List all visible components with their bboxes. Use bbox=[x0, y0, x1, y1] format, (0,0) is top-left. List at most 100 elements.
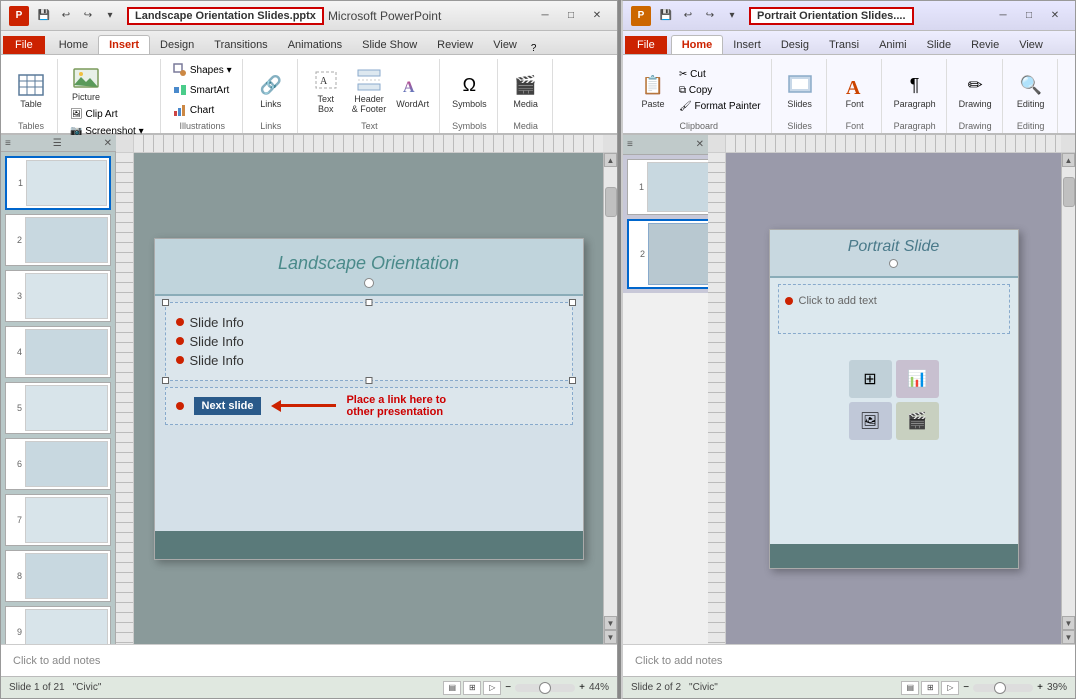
slide-thumb-9[interactable]: 9 bbox=[5, 606, 111, 644]
scrollbar-v-right[interactable]: ▲ ▼ ▼ bbox=[1061, 153, 1075, 644]
customize-qab-right[interactable]: ▾ bbox=[723, 7, 741, 25]
sb-down-left[interactable]: ▼ bbox=[604, 616, 617, 630]
tab-file-right[interactable]: File bbox=[625, 36, 667, 54]
sb-down-right[interactable]: ▼ bbox=[1062, 616, 1075, 630]
help-icon-left[interactable]: ? bbox=[531, 43, 537, 54]
theme-left: "Civic" bbox=[73, 682, 102, 693]
font-button[interactable]: A Font bbox=[835, 68, 875, 112]
portrait-title[interactable]: Portrait Slide bbox=[778, 238, 1010, 256]
tab-slide-right[interactable]: Slide bbox=[917, 36, 961, 54]
wordart-button[interactable]: A WordArt bbox=[392, 68, 433, 112]
links-button[interactable]: 🔗 Links bbox=[251, 68, 291, 112]
tab-file-left[interactable]: File bbox=[3, 36, 45, 54]
format-painter-button[interactable]: 🖌 Format Painter bbox=[675, 99, 765, 114]
zoom-slider-left[interactable] bbox=[515, 684, 575, 692]
paste-button[interactable]: 📋 Paste bbox=[633, 68, 673, 112]
sb-track-left[interactable] bbox=[604, 167, 617, 616]
undo-qab[interactable]: ↩ bbox=[57, 7, 75, 25]
next-slide-button[interactable]: Next slide bbox=[194, 397, 262, 415]
tab-review-left[interactable]: Review bbox=[427, 36, 483, 54]
slide-thumb-3[interactable]: 3 bbox=[5, 270, 111, 322]
tab-insert-right[interactable]: Insert bbox=[723, 36, 771, 54]
slide-thumb-6[interactable]: 6 bbox=[5, 438, 111, 490]
maximize-btn-left[interactable]: □ bbox=[559, 7, 583, 25]
shapes-button[interactable]: Shapes ▾ bbox=[169, 61, 236, 79]
zoom-out-btn-right[interactable]: − bbox=[963, 682, 969, 693]
slide-sorter-icon[interactable]: ⊞ bbox=[463, 681, 481, 695]
smartart-button[interactable]: SmartArt bbox=[169, 81, 233, 99]
redo-qab[interactable]: ↪ bbox=[79, 7, 97, 25]
sb-thumb-left[interactable] bbox=[605, 187, 617, 217]
table-button[interactable]: Table bbox=[11, 68, 51, 112]
slide-thumb-5[interactable]: 5 bbox=[5, 382, 111, 434]
notes-area-right[interactable]: Click to add notes bbox=[623, 644, 1075, 676]
undo-qab-right[interactable]: ↩ bbox=[679, 7, 697, 25]
close-btn-right[interactable]: ✕ bbox=[1043, 7, 1067, 25]
zoom-slider-right[interactable] bbox=[973, 684, 1033, 692]
minimize-btn-right[interactable]: ─ bbox=[991, 7, 1015, 25]
customize-qab[interactable]: ▾ bbox=[101, 7, 119, 25]
panel-close-icon[interactable]: ✕ bbox=[104, 138, 112, 149]
zoom-out-btn-left[interactable]: − bbox=[505, 682, 511, 693]
link-box[interactable]: Next slide Place a link here to other pr… bbox=[165, 387, 573, 425]
tab-view-right[interactable]: View bbox=[1009, 36, 1053, 54]
tab-transitions-left[interactable]: Transitions bbox=[204, 36, 277, 54]
sb-up-left[interactable]: ▲ bbox=[604, 153, 617, 167]
tab-animations-left[interactable]: Animations bbox=[278, 36, 352, 54]
save-qab-right[interactable]: 💾 bbox=[657, 7, 675, 25]
symbols-button[interactable]: Ω Symbols bbox=[448, 68, 491, 112]
maximize-btn-right[interactable]: □ bbox=[1017, 7, 1041, 25]
clip-art-button[interactable]: 🖼 Clip Art bbox=[66, 107, 122, 122]
sb-up-right[interactable]: ▲ bbox=[1062, 153, 1075, 167]
panel-close-icon-r[interactable]: ✕ bbox=[696, 139, 704, 150]
add-text-box[interactable]: Click to add text bbox=[778, 284, 1010, 334]
zoom-thumb-left[interactable] bbox=[539, 682, 551, 694]
header-footer-button[interactable]: Header& Footer bbox=[348, 63, 391, 117]
editing-button[interactable]: 🔍 Editing bbox=[1011, 68, 1051, 112]
zoom-in-btn-right[interactable]: + bbox=[1037, 682, 1043, 693]
tab-review-right[interactable]: Revie bbox=[961, 36, 1009, 54]
picture-button[interactable]: Picture bbox=[66, 61, 106, 105]
slide-thumb-8[interactable]: 8 bbox=[5, 550, 111, 602]
slide-thumb-4[interactable]: 4 bbox=[5, 326, 111, 378]
slide-thumb-1[interactable]: 1 bbox=[5, 156, 111, 210]
slide-sorter-icon-r[interactable]: ⊞ bbox=[921, 681, 939, 695]
tab-home-right[interactable]: Home bbox=[671, 35, 724, 54]
tab-home-left[interactable]: Home bbox=[49, 36, 98, 54]
slide-title[interactable]: Landscape Orientation bbox=[167, 249, 571, 278]
minimize-btn-left[interactable]: ─ bbox=[533, 7, 557, 25]
save-qab[interactable]: 💾 bbox=[35, 7, 53, 25]
close-btn-left[interactable]: ✕ bbox=[585, 7, 609, 25]
tab-design-left[interactable]: Design bbox=[150, 36, 204, 54]
media-button[interactable]: 🎬 Media bbox=[506, 68, 546, 112]
slideshow-icon-r[interactable]: ▷ bbox=[941, 681, 959, 695]
zoom-thumb-right[interactable] bbox=[994, 682, 1006, 694]
slide-thumb-7[interactable]: 7 bbox=[5, 494, 111, 546]
zoom-in-btn-left[interactable]: + bbox=[579, 682, 585, 693]
copy-button[interactable]: ⧉ Copy bbox=[675, 83, 765, 98]
bullet-content-box[interactable]: Slide Info Slide Info Slide Info bbox=[165, 302, 573, 381]
slideshow-icon[interactable]: ▷ bbox=[483, 681, 501, 695]
sb-down2-right[interactable]: ▼ bbox=[1062, 630, 1075, 644]
notes-area-left[interactable]: Click to add notes bbox=[1, 644, 617, 676]
slides-button[interactable]: Slides bbox=[780, 68, 820, 112]
tab-animations-right[interactable]: Animi bbox=[869, 36, 917, 54]
normal-view-icon[interactable]: ▤ bbox=[443, 681, 461, 695]
redo-qab-right[interactable]: ↪ bbox=[701, 7, 719, 25]
tab-design-right[interactable]: Desig bbox=[771, 36, 819, 54]
tab-slideshow-left[interactable]: Slide Show bbox=[352, 36, 427, 54]
sb-thumb-right[interactable] bbox=[1063, 177, 1075, 207]
sb-down2-left[interactable]: ▼ bbox=[604, 630, 617, 644]
slide-thumb-2[interactable]: 2 bbox=[5, 214, 111, 266]
tab-insert-left[interactable]: Insert bbox=[98, 35, 150, 54]
normal-view-icon-r[interactable]: ▤ bbox=[901, 681, 919, 695]
paragraph-button[interactable]: ¶ Paragraph bbox=[890, 68, 940, 112]
scrollbar-v-left[interactable]: ▲ ▼ ▼ bbox=[603, 153, 617, 644]
drawing-button[interactable]: ✏ Drawing bbox=[955, 68, 996, 112]
textbox-button[interactable]: A TextBox bbox=[306, 63, 346, 117]
tab-view-left[interactable]: View bbox=[483, 36, 527, 54]
cut-button[interactable]: ✂ Cut bbox=[675, 67, 765, 82]
sb-track-right[interactable] bbox=[1062, 167, 1075, 616]
chart-button[interactable]: Chart bbox=[169, 101, 218, 119]
tab-transitions-right[interactable]: Transi bbox=[819, 36, 869, 54]
